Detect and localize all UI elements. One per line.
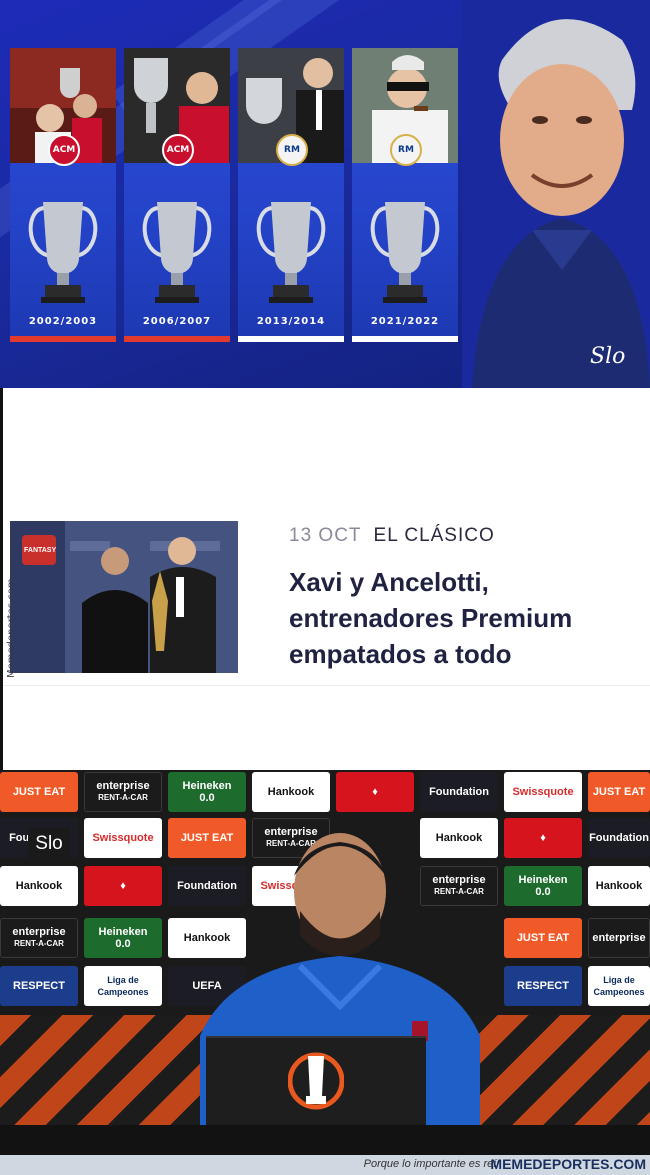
sponsor-just-eat: JUST EAT <box>0 772 78 812</box>
ac-milan-crest-icon: ACM <box>48 134 80 166</box>
europa-league-trophy-icon <box>288 1052 344 1110</box>
frame-edge <box>0 388 3 770</box>
champions-league-trophy-icon <box>28 202 98 303</box>
trophy-card-2006: ACM 2006/2007 <box>124 48 230 342</box>
champions-league-trophy-icon <box>370 202 440 303</box>
trophy-card-2021: RM 2021/2022 <box>352 48 458 342</box>
sponsor-heineken: Heineken 0.0 <box>504 866 582 906</box>
real-madrid-crest-icon: RM <box>276 134 308 166</box>
article-thumbnail[interactable]: FANTASY <box>10 521 238 673</box>
trophy-card-2002: ACM 2002/2003 <box>10 48 116 342</box>
sponsor-red-logo: ♦ <box>84 866 162 906</box>
artist-signature: Slo <box>590 344 626 369</box>
season-label: 2006/2007 <box>142 316 212 327</box>
sponsor-hankook: Hankook <box>252 772 330 812</box>
season-label: 2013/2014 <box>256 316 326 327</box>
desk <box>0 1125 650 1155</box>
article-date: 13 OCT <box>289 525 362 546</box>
real-madrid-crest-icon: RM <box>390 134 422 166</box>
sponsor-red-logo: ♦ <box>336 772 414 812</box>
article-category[interactable]: EL CLÁSICO <box>374 525 495 546</box>
liga-de-campeones-logo: Liga de Campeones <box>84 966 162 1006</box>
ac-milan-crest-icon: ACM <box>162 134 194 166</box>
divider <box>3 685 650 686</box>
watermark: Slo <box>28 828 70 860</box>
sponsor-heineken: Heineken 0.0 <box>168 772 246 812</box>
sponsor-foundation: Foundation <box>420 772 498 812</box>
sponsor-just-eat: JUST EAT <box>504 918 582 958</box>
coach-portrait <box>462 0 650 388</box>
sponsor-enterprise: enterprise RENT-A-CAR <box>84 772 162 812</box>
trophy-infographic: ACM 2002/2003 ACM 2006/2007 RM 2013/2014… <box>0 0 650 388</box>
fantasy-badge: FANTASY <box>24 547 57 554</box>
sponsor-swissquote: Swissquote <box>84 818 162 858</box>
season-label: 2002/2003 <box>28 316 98 327</box>
press-conference-photo: JUST EAT enterprise RENT-A-CAR Heineken 0.… <box>0 770 650 1155</box>
champions-league-trophy-icon <box>142 202 212 303</box>
sponsor-swissquote: Swissquote <box>504 772 582 812</box>
respect-banner: RESPECT <box>0 966 78 1006</box>
sponsor-heineken: Heineken 0.0 <box>84 918 162 958</box>
site-name-link[interactable]: MEMEDEPORTES.COM <box>490 1156 646 1172</box>
sponsor-just-eat: JUST EAT <box>588 772 650 812</box>
liga-de-campeones-logo: Liga de Campeones <box>588 966 650 1006</box>
news-article-card[interactable]: Memedeportes.com FANTASY 13 OCTEL CLÁSIC… <box>0 388 650 770</box>
champions-league-trophy-icon <box>256 202 326 303</box>
season-label: 2021/2022 <box>370 316 440 327</box>
trophy-card-2013: RM 2013/2014 <box>238 48 344 342</box>
sponsor-hankook: Hankook <box>588 866 650 906</box>
sponsor-foundation: Foundation <box>588 818 650 858</box>
sponsor-hankook: Hankook <box>0 866 78 906</box>
footer-tagline: Porque lo importante es reír <box>363 1158 500 1170</box>
article-meta: 13 OCT EL CLÁSICO <box>289 525 495 547</box>
site-footer: Porque lo importante es reír MEMEDEPORTE… <box>0 1155 650 1175</box>
sponsor-red-logo: ♦ <box>504 818 582 858</box>
sponsor-enterprise: enterprise RENT-A-CAR <box>0 918 78 958</box>
sponsor-enterprise: enterprise <box>588 918 650 958</box>
respect-banner: RESPECT <box>504 966 582 1006</box>
article-headline[interactable]: Xavi y Ancelotti, entrenadores Premium e… <box>289 564 639 672</box>
